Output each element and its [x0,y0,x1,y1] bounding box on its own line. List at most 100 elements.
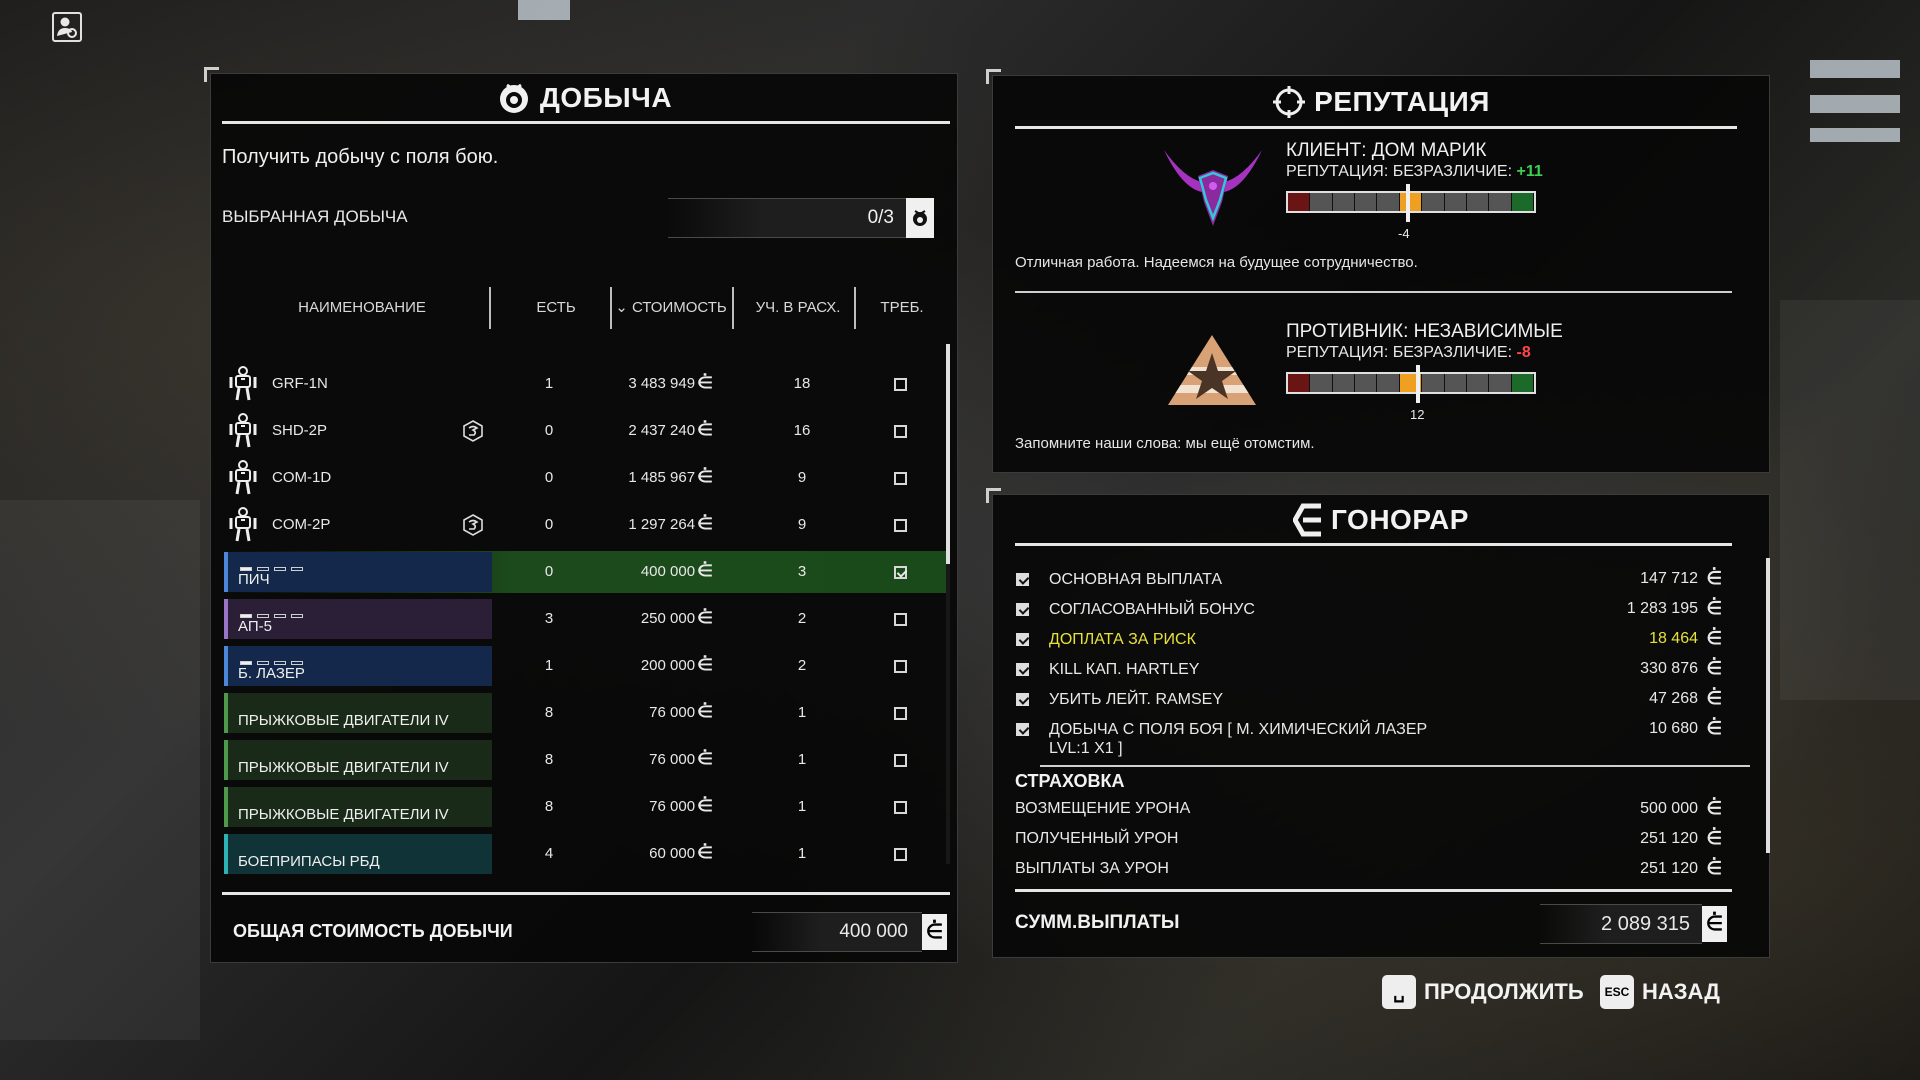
reputation-segment [1444,374,1467,392]
loot-item-name: ПРЫЖКОВЫЕ ДВИГАТЕЛИ IV [238,712,449,729]
reputation-segment [1422,193,1445,211]
selected-loot-value: 0/3 [867,207,894,228]
payment-row[interactable]: УБИТЬ ЛЕЙТ. RAMSEY 47 268 ⋵ [1015,686,1750,714]
client-rep-label: РЕПУТАЦИЯ: БЕЗРАЗЛИЧИЕ: [1286,163,1513,180]
loot-item-name: COM-2P [272,516,331,533]
payment-row[interactable]: KILL КАП. HARTLEY 330 876 ⋵ [1015,656,1750,684]
payment-checkbox[interactable] [1016,633,1029,646]
client-rep-marker [1406,184,1410,222]
credit-icon: ⋵ [1706,718,1722,738]
loot-item-cost: 76 000 ⋵ [649,786,713,828]
payment-title: ГОНОРАР [992,500,1770,540]
reputation-segment [1355,374,1378,392]
column-have[interactable]: ЕСТЬ [506,298,606,318]
loot-item-checkbox[interactable] [894,801,907,814]
reputation-segment [1288,374,1311,392]
credit-icon: ⋵ [697,657,714,674]
loot-item-have: 8 [544,798,554,815]
credit-title-icon [1293,503,1323,537]
loot-item-checkbox[interactable] [894,566,907,579]
loot-item-shares: 9 [797,469,807,486]
column-shares[interactable]: УЧ. В РАСХ. [740,298,856,318]
credit-icon: ⋵ [922,914,947,950]
payment-row[interactable]: ДОБЫЧА С ПОЛЯ БОЯ [ М. ХИМИЧЕСКИЙ ЛАЗЕР … [1015,716,1750,757]
loot-item-chip: ПИЧ [224,552,492,592]
payment-row[interactable]: СОГЛАСОВАННЫЙ БОНУС 1 283 195 ⋵ [1015,596,1750,624]
payment-item-label: KILL КАП. HARTLEY [1049,661,1200,678]
client-rep-change: +11 [1516,163,1543,180]
loot-row[interactable]: ПРЫЖКОВЫЕ ДВИГАТЕЛИ IV 8 76 000 ⋵ 1 [224,786,946,828]
credit-icon: ⋵ [1706,658,1722,678]
insurance-item-value: 500 000 [1640,800,1698,817]
loot-item-checkbox[interactable] [894,613,907,626]
column-name[interactable]: НАИМЕНОВАНИЕ [262,298,462,318]
payment-scrollbar-thumb[interactable] [1766,558,1770,853]
background-structure [0,500,200,1040]
payment-item-label: ОСНОВНАЯ ВЫПЛАТА [1049,571,1223,588]
back-label: НАЗАД [1642,979,1720,1004]
profile-icon[interactable] [52,12,82,42]
payment-title-divider [1015,543,1732,546]
loot-item-name: БОЕПРИПАСЫ РБД [238,853,380,870]
payment-checkbox[interactable] [1016,663,1029,676]
enemy-rep-marker [1416,365,1420,403]
loot-row[interactable]: АП-5 3 250 000 ⋵ 2 [224,598,946,640]
loot-item-cost-value: 76 000 [649,798,696,815]
client-name: КЛИЕНТ: ДОМ МАРИК [1286,140,1487,161]
payment-item-value: 1 283 195 [1626,600,1698,617]
loot-item-checkbox[interactable] [894,660,907,673]
loot-item-cost: 1 297 264 ⋵ [628,504,714,546]
payment-row[interactable]: ОСНОВНАЯ ВЫПЛАТА 147 712 ⋵ [1015,566,1750,594]
reputation-divider [1015,291,1732,293]
insurance-row: ВОЗМЕЩЕНИЕ УРОНА 500 000 ⋵ [1015,796,1750,824]
loot-title-divider [222,121,950,124]
loot-item-cost-value: 1 485 967 [628,469,696,486]
credit-icon: ⋵ [697,516,714,533]
credit-icon: ⋵ [1702,906,1727,942]
loot-icon [496,80,532,116]
continue-button[interactable]: ␣ ПРОДОЛЖИТЬ [1382,974,1584,1010]
loot-item-checkbox[interactable] [894,707,907,720]
payment-checkbox[interactable] [1016,693,1029,706]
back-button[interactable]: ESC НАЗАД [1600,974,1720,1010]
insurance-item-value: 251 120 [1640,830,1698,847]
loot-item-checkbox[interactable] [894,848,907,861]
mech-icon [228,507,258,547]
loot-row[interactable]: ПРЫЖКОВЫЕ ДВИГАТЕЛИ IV 8 76 000 ⋵ 1 [224,692,946,734]
loot-item-checkbox[interactable] [894,425,907,438]
loot-item-checkbox[interactable] [894,519,907,532]
loot-row[interactable]: ПРЫЖКОВЫЕ ДВИГАТЕЛИ IV 8 76 000 ⋵ 1 [224,739,946,781]
loot-row[interactable]: Б. ЛАЗЕР 1 200 000 ⋵ 2 [224,645,946,687]
loot-item-cost: 76 000 ⋵ [649,739,713,781]
background-structure [1780,300,1920,700]
loot-item-have: 1 [544,375,554,392]
loot-item-cost-value: 200 000 [640,657,696,674]
payment-item-label: ДОПЛАТА ЗА РИСК [1049,631,1196,648]
column-separator [489,287,491,329]
loot-item-cost: 1 485 967 ⋵ [628,457,713,499]
payment-row[interactable]: ДОПЛАТА ЗА РИСК 18 464 ⋵ [1015,626,1750,654]
loot-item-checkbox[interactable] [894,378,907,391]
credit-icon: ⋵ [697,610,714,627]
loot-item-name: GRF-1N [272,375,328,392]
mech-icon [228,413,258,453]
payment-checkbox[interactable] [1016,723,1029,736]
column-req[interactable]: ТРЕБ. [862,298,942,318]
credit-icon: ⋵ [1706,798,1722,818]
loot-row[interactable]: GRF-1N 1 3 483 949 ⋵ 18 [224,363,946,405]
loot-row[interactable]: COM-2P 0 1 297 264 ⋵ 9 [224,504,946,546]
reputation-segment [1399,193,1423,211]
loot-item-shares: 2 [797,657,807,674]
loot-item-checkbox[interactable] [894,472,907,485]
payment-checkbox[interactable] [1016,603,1029,616]
column-cost[interactable]: ⌄ СТОИМОСТЬ [614,298,728,318]
payment-item-label: УБИТЬ ЛЕЙТ. RAMSEY [1049,691,1224,708]
loot-scrollbar-thumb[interactable] [946,344,950,564]
loot-row[interactable]: COM-1D 0 1 485 967 ⋵ 9 [224,457,946,499]
loot-row[interactable]: ПИЧ 0 400 000 ⋵ 3 [224,551,946,593]
loot-item-checkbox[interactable] [894,754,907,767]
loot-row[interactable]: SHD-2P 0 2 437 240 ⋵ 16 [224,410,946,452]
column-separator [732,287,734,329]
loot-row[interactable]: БОЕПРИПАСЫ РБД 4 60 000 ⋵ 1 [224,833,946,875]
payment-checkbox[interactable] [1016,573,1029,586]
